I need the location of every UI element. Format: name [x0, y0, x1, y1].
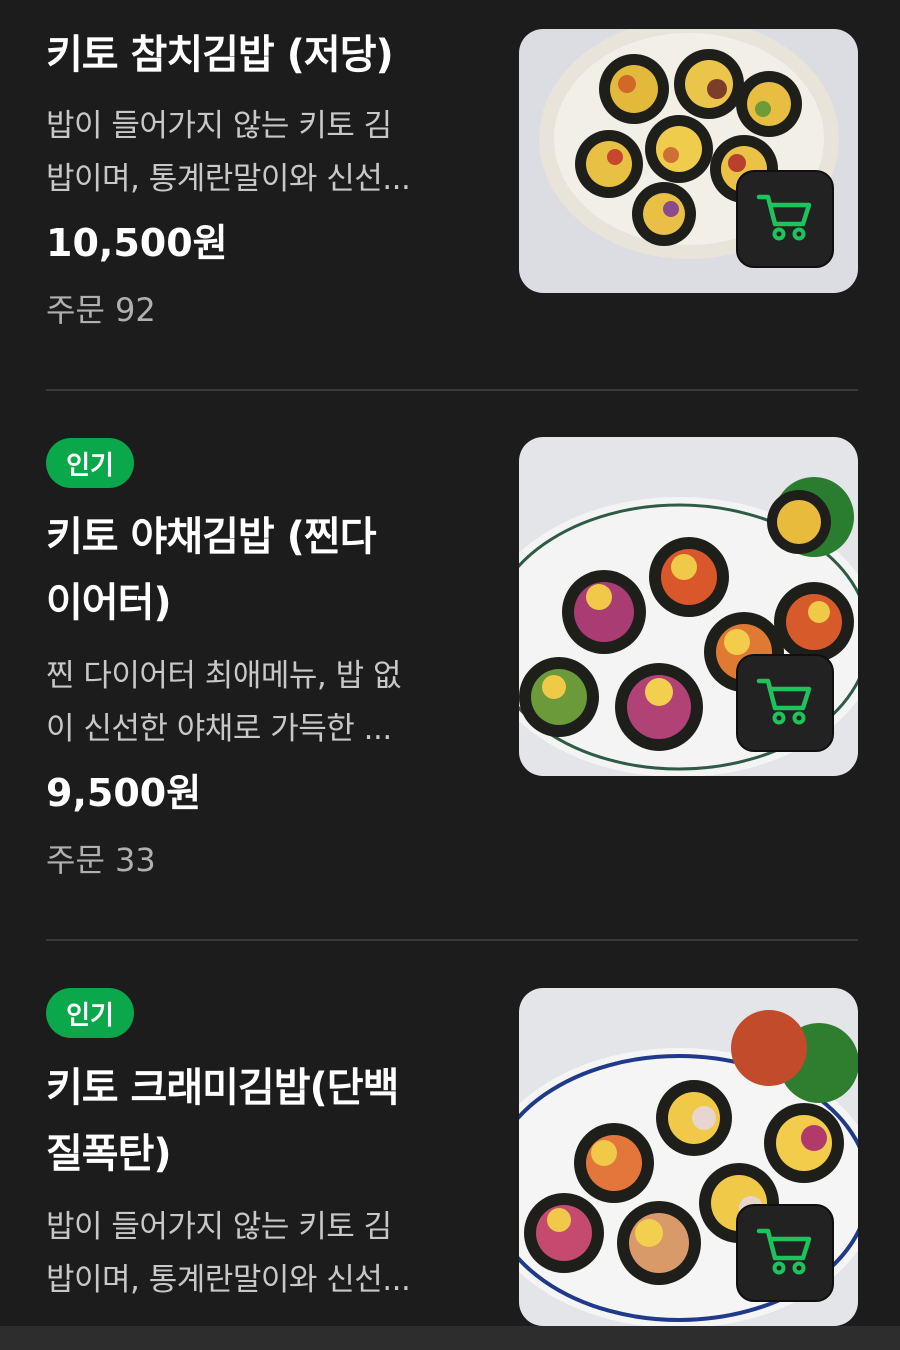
item-price: 10,500원: [46, 221, 228, 265]
bottom-bar: [0, 1326, 900, 1350]
item-description: 밥이 들어가지 않는 키토 김 밥이며, 통계란말이와 신선...: [46, 108, 411, 197]
divider: [46, 389, 858, 391]
add-to-cart-button[interactable]: [736, 1204, 834, 1302]
shopping-cart-icon: [756, 1226, 814, 1280]
add-to-cart-button[interactable]: [736, 654, 834, 752]
item-title: 키토 야채김밥 (찐다 이어터): [46, 514, 377, 626]
item-title: 키토 참치김밥 (저당): [46, 32, 394, 78]
item-title: 키토 크래미김밥(단백 질폭탄): [46, 1065, 399, 1177]
shopping-cart-icon: [756, 676, 814, 730]
popular-badge: 인기: [46, 438, 134, 488]
item-order-count: 주문 33: [46, 841, 156, 879]
item-description: 찐 다이어터 최애메뉴, 밥 없 이 신선한 야채로 가득한 ...: [46, 658, 402, 747]
shopping-cart-icon: [756, 192, 814, 246]
item-price: 9,500원: [46, 771, 202, 815]
item-order-count: 주문 92: [46, 291, 156, 329]
divider: [46, 939, 858, 941]
item-description: 밥이 들어가지 않는 키토 김 밥이며, 통계란말이와 신선...: [46, 1209, 411, 1298]
add-to-cart-button[interactable]: [736, 170, 834, 268]
popular-badge: 인기: [46, 988, 134, 1038]
